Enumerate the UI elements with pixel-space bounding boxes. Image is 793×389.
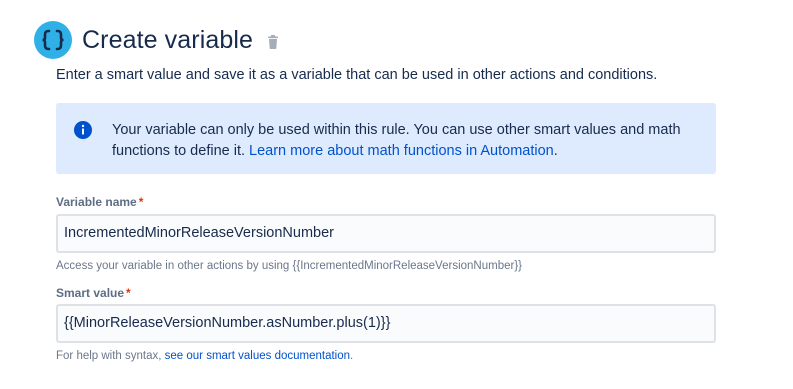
smart-value-label-text: Smart value [56,286,125,300]
variable-name-input[interactable]: IncrementedMinorReleaseVersionNumber [56,214,716,253]
smart-values-docs-link[interactable]: see our smart values documentation [165,350,350,362]
math-functions-link[interactable]: Learn more about math functions in Autom… [249,143,554,159]
info-text-end: . [553,143,558,159]
variable-name-label: Variable name * [56,195,143,209]
smart-value-help-suffix: . [350,350,354,362]
smart-value-help-prefix: For help with syntax, [56,350,165,362]
trash-icon[interactable] [267,35,279,49]
smart-value-help: For help with syntax, see our smart valu… [56,350,353,362]
page-title: Create variable [82,25,254,54]
info-icon [74,121,92,139]
info-message: Your variable can only be used within th… [112,120,692,162]
smart-value-input[interactable]: {{MinorReleaseVersionNumber.asNumber.plu… [56,304,716,343]
curly-braces-icon [34,21,72,59]
required-mark: * [138,195,144,209]
required-mark: * [126,286,131,300]
description-text: Enter a smart value and save it as a var… [56,67,658,83]
info-panel: Your variable can only be used within th… [56,103,716,174]
header: Create variable [34,20,279,60]
variable-name-label-text: Variable name [56,195,137,209]
variable-name-help: Access your variable in other actions by… [56,260,523,272]
smart-value-label: Smart value * [56,286,131,300]
